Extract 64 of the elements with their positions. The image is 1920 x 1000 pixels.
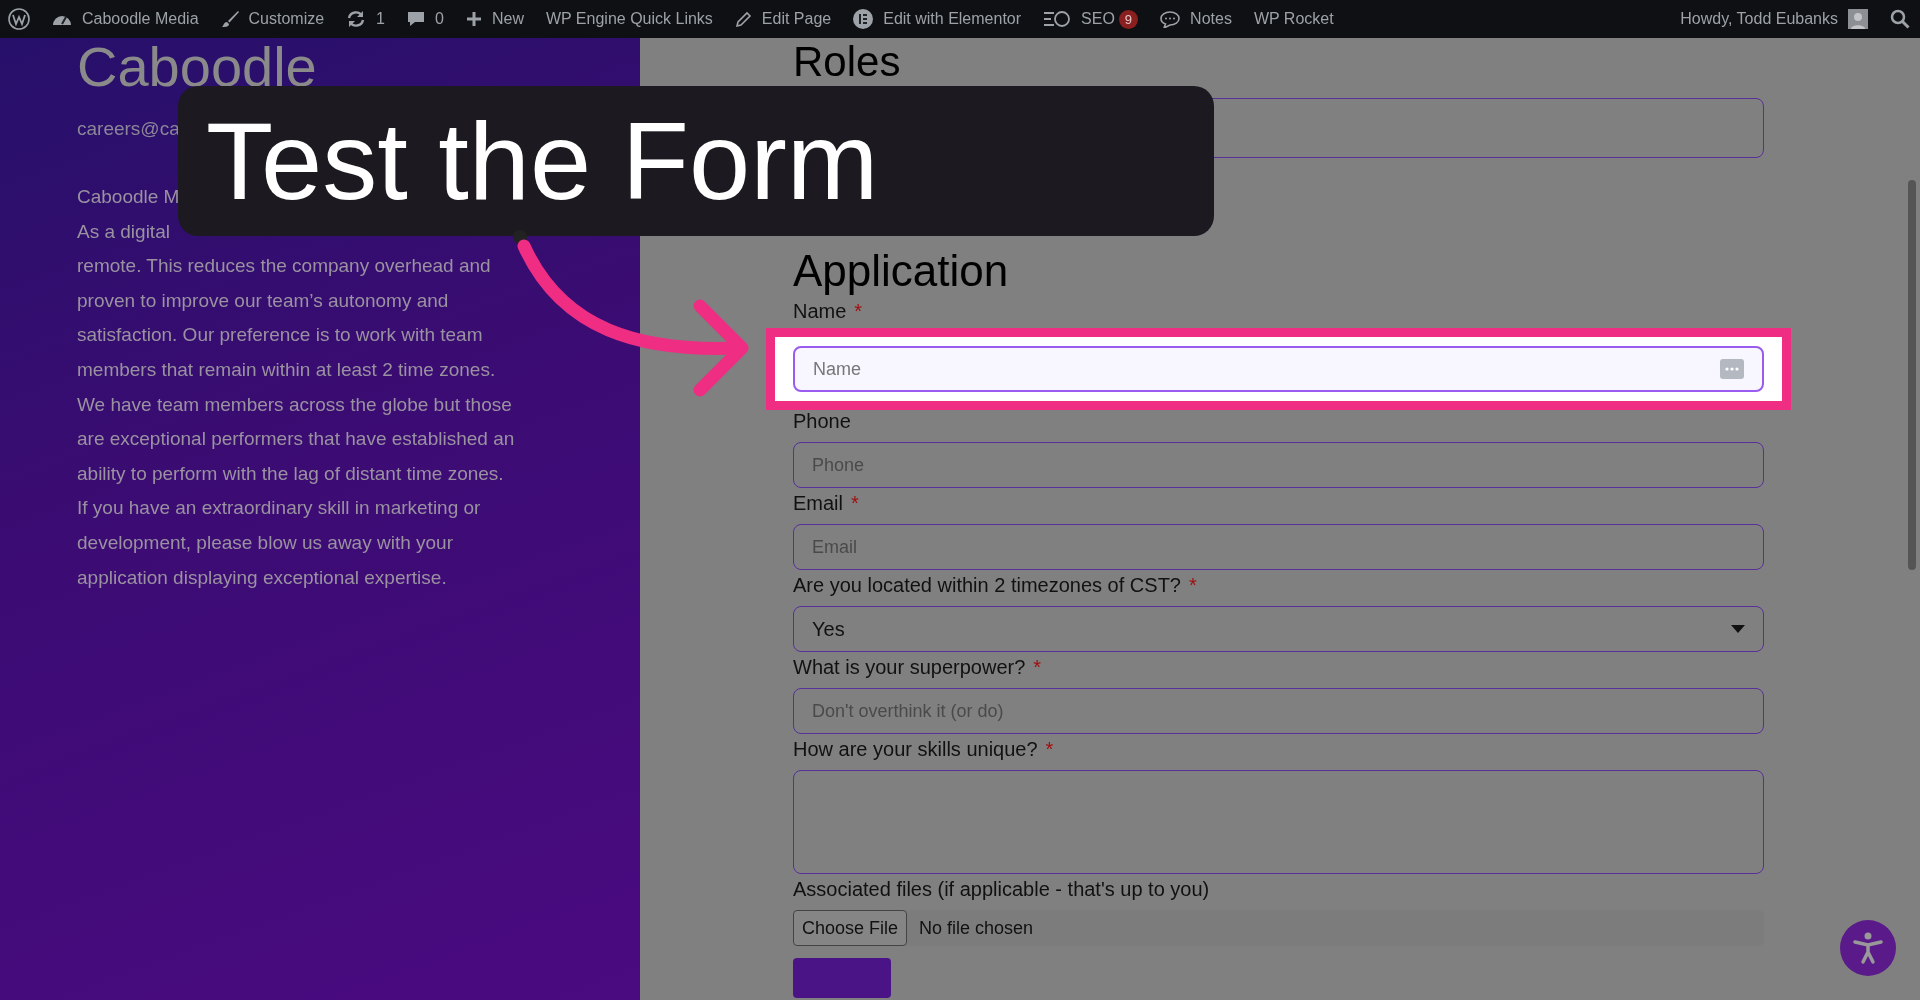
field-label: Are you located within 2 timezones of CST? *	[793, 574, 1198, 597]
accessibility-button[interactable]	[1840, 920, 1896, 976]
seo-icon	[1043, 10, 1072, 28]
field-label: What is your superpower? *	[793, 656, 1043, 679]
comment-icon	[407, 10, 425, 28]
speech-bubble-icon	[1160, 10, 1181, 28]
field-label: How are your skills unique? *	[793, 738, 1055, 761]
select-field[interactable]: Yes	[793, 606, 1764, 652]
paragraph-line: application displaying exceptional expertise.	[77, 565, 448, 590]
count-badge: 9	[1118, 9, 1139, 29]
toolbar-item[interactable]: Caboodle Media	[52, 10, 199, 28]
field-label: Name *	[793, 300, 864, 323]
paragraph-line: are exceptional performers that have established an	[77, 427, 516, 452]
required-mark: *	[1033, 656, 1042, 678]
scrollbar-thumb[interactable]	[1908, 180, 1916, 570]
required-mark: *	[851, 492, 859, 514]
search-icon[interactable]	[1890, 9, 1910, 29]
paragraph-line: Caboodle M	[77, 185, 181, 209]
required-mark: *	[854, 300, 863, 322]
paragraph-line: satisfaction. Our preference is to work with team	[77, 323, 484, 348]
text-area[interactable]	[793, 770, 1764, 874]
greeting-text[interactable]: Howdy, Todd Eubanks	[1680, 10, 1838, 28]
paragraph-line: If you have an extraordinary skill in marketing or	[77, 496, 482, 521]
file-status: No file chosen	[919, 917, 1034, 939]
paragraph-line: As a digital	[77, 219, 171, 244]
avatar-icon[interactable]	[1848, 9, 1868, 29]
paragraph-line: members that remain within at least 2 time zones.	[77, 357, 497, 382]
toolbar-item[interactable]: SEO 9	[1043, 9, 1139, 29]
elementor-icon	[853, 9, 874, 29]
toolbar-item[interactable]: New	[465, 10, 524, 28]
paragraph-line: proven to improve our team’s autonomy and	[77, 288, 450, 313]
paragraph-line: We have team members across the globe but those	[77, 392, 513, 417]
site-title: Caboodle	[77, 34, 318, 100]
input-field[interactable]: Name	[793, 346, 1764, 392]
refresh-icon	[346, 10, 367, 28]
paragraph-line: ability to perform with the lag of distant time zones.	[77, 461, 505, 486]
choose-file-button[interactable]: Choose File	[793, 910, 908, 946]
password-manager-icon[interactable]	[1720, 359, 1744, 379]
required-mark: *	[1188, 574, 1197, 596]
section-heading: Application	[793, 246, 1010, 296]
toolbar-item[interactable]: 0	[407, 10, 444, 28]
toolbar-item[interactable]: Notes	[1160, 10, 1232, 28]
field-label: Phone	[793, 410, 852, 433]
toolbar-item[interactable]: 1	[346, 10, 385, 28]
section-heading: Roles	[793, 40, 902, 84]
brush-icon	[220, 10, 239, 28]
field-label: Associated files (if applicable - that's up to you)	[793, 878, 1211, 901]
file-input[interactable]: Choose File No file chosen	[793, 910, 1764, 946]
pencil-icon	[734, 10, 752, 28]
email-text: careers@ca	[77, 118, 181, 140]
plus-icon	[465, 11, 482, 27]
tooltip-text: Test the Form	[206, 101, 879, 221]
required-mark: *	[1045, 738, 1054, 760]
paragraph-line: development, please blow us away with your	[77, 530, 454, 555]
field-label: Email *	[793, 492, 860, 515]
caret-icon	[1731, 625, 1745, 633]
toolbar-item[interactable]: WP Engine Quick Links	[545, 10, 713, 28]
accessibility-icon	[1851, 931, 1885, 965]
toolbar-item[interactable]: Edit with Elementor	[853, 9, 1022, 29]
paragraph-line: remote. This reduces the company overhead and	[77, 254, 492, 279]
toolbar-item[interactable]: Edit Page	[734, 10, 832, 28]
toolbar-item[interactable]: WP Rocket	[1253, 10, 1334, 28]
toolbar-item[interactable]: Customize	[220, 10, 325, 28]
wordpress-icon[interactable]	[8, 8, 30, 30]
